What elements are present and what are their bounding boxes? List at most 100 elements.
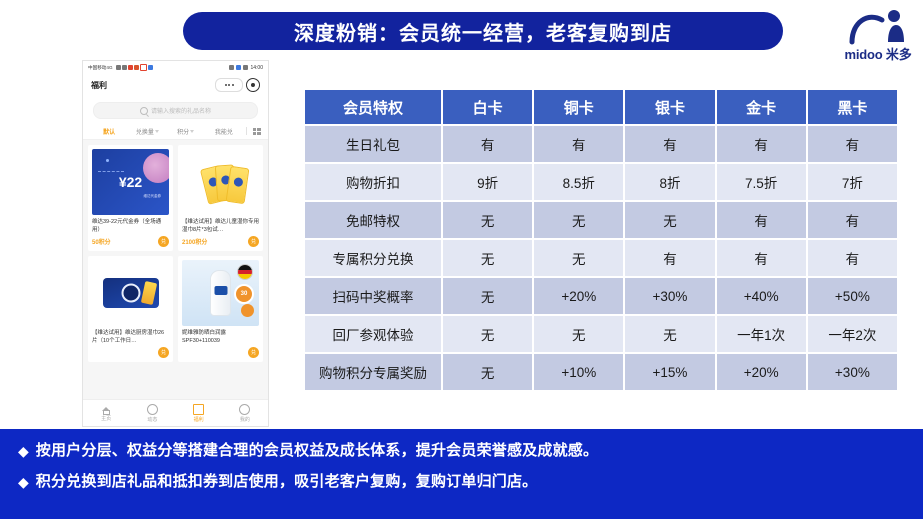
cell: +10% — [534, 354, 624, 390]
search-input[interactable]: 请输入搜索的礼品名称 — [93, 102, 258, 119]
app-badge-icon-1 — [127, 65, 133, 70]
filter-label: 兑换量 — [135, 129, 154, 136]
gift-name: 【维达试用】维达厨房湿巾26片（10个工作日… — [92, 330, 165, 344]
brand-name: midoo 米多 — [844, 47, 912, 62]
filter-tab-default[interactable]: 默认 — [90, 127, 128, 136]
diamond-bullet-icon: ◆ — [18, 474, 29, 490]
phone-header-title: 福利 — [91, 80, 107, 90]
nav-tab-benefits[interactable]: 福利 — [176, 403, 222, 423]
gift-card-grid: ¥22 维达代金券 维达39-22元代金券（全场通用） 50积分 兑 【维达试用… — [83, 140, 268, 367]
search-placeholder: 请输入搜索的礼品名称 — [150, 109, 211, 115]
cell: 7.5折 — [716, 164, 806, 200]
close-capsule-button[interactable] — [246, 78, 260, 92]
filter-label: 我能兑 — [214, 129, 233, 136]
gift-card[interactable]: ¥22 维达代金券 维达39-22元代金券（全场通用） 50积分 兑 — [88, 145, 173, 251]
gift-card[interactable]: 【维达试用】维达厨房湿巾26片（10个工作日… 兑 — [88, 256, 173, 362]
filter-tab-redeemable[interactable]: 我能兑 — [205, 127, 243, 136]
cell: 9折 — [443, 164, 533, 200]
column-header-black-card: 黑卡 — [807, 90, 897, 124]
brand-logo: midoo 米多 — [838, 6, 918, 66]
german-flag-icon — [237, 264, 253, 280]
row-label: 回厂参观体验 — [305, 316, 441, 352]
midoo-mark-icon — [849, 10, 904, 45]
filter-label: 默认 — [103, 129, 116, 136]
row-label: 购物积分专属奖励 — [305, 354, 441, 390]
filter-tabbar: 默认 兑换量 积分 我能兑 — [83, 123, 268, 140]
bullet-text: 按用户分层、权益分等搭建合理的会员权益及成长体系，提升会员荣誉感及成就感。 — [35, 442, 599, 459]
cell: 有 — [716, 240, 806, 276]
user-icon — [239, 403, 251, 415]
table-row: 免邮特权 无 无 无 有 有 — [305, 202, 897, 238]
nav-tab-label: 福利 — [193, 416, 204, 423]
app-badge-icon-3 — [139, 64, 147, 71]
cell: 无 — [443, 202, 533, 238]
nav-tab-profile[interactable]: 我的 — [222, 403, 268, 423]
cell: 无 — [534, 240, 624, 276]
cell: 一年1次 — [716, 316, 806, 352]
redeem-button[interactable]: 兑 — [248, 347, 259, 358]
gift-icon — [193, 403, 205, 415]
dashed-line-decoration — [98, 171, 124, 172]
cell: 有 — [625, 240, 715, 276]
slide-title-banner: 深度粉销：会员统一经营，老客复购到店 — [183, 12, 783, 50]
dot-icon — [228, 84, 230, 86]
gift-thumbnail-kitchen-wipes — [92, 260, 169, 326]
filter-label: 积分 — [177, 129, 190, 136]
cell: 有 — [534, 126, 624, 162]
membership-privilege-table: 会员特权 白卡 铜卡 银卡 金卡 黑卡 生日礼包 有 有 有 有 有 购物折扣 … — [303, 88, 899, 392]
redeem-button[interactable]: 兑 — [248, 236, 259, 247]
diamond-bullet-icon: ◆ — [18, 443, 29, 459]
dot-icon — [231, 84, 234, 86]
table-row: 生日礼包 有 有 有 有 有 — [305, 126, 897, 162]
gift-card[interactable]: 【维达试用】维达儿童湿你专用湿巾8片*3包试… 2100积分 兑 — [178, 145, 263, 251]
cell: 8折 — [625, 164, 715, 200]
cell: 无 — [443, 278, 533, 314]
redeem-button[interactable]: 兑 — [158, 347, 169, 358]
wifi-icon — [121, 65, 127, 70]
gift-name: 维达39-22元代金券（全场通用） — [92, 219, 162, 233]
table-row: 专属积分兑换 无 无 有 有 有 — [305, 240, 897, 276]
app-badge-icon-4 — [147, 65, 153, 70]
nav-tab-home[interactable]: 主页 — [83, 405, 129, 422]
cell: 无 — [443, 316, 533, 352]
table-row: 扫码中奖概率 无 +20% +30% +40% +50% — [305, 278, 897, 314]
row-label: 免邮特权 — [305, 202, 441, 238]
gift-card[interactable]: 30 妮维雅防晒白润露SPF30+110039 兑 — [178, 256, 263, 362]
voucher-amount: ¥22 — [118, 174, 143, 190]
bluetooth-icon — [236, 65, 242, 70]
cell: 无 — [534, 316, 624, 352]
battery-icon — [243, 65, 249, 70]
search-icon — [139, 106, 148, 115]
promo-badge-icon — [241, 304, 254, 317]
cell: +20% — [534, 278, 624, 314]
grid-view-icon[interactable] — [253, 127, 261, 135]
redeem-button[interactable]: 兑 — [158, 236, 169, 247]
clock-label: 14:00 — [250, 64, 263, 71]
filter-tab-points[interactable]: 积分 — [167, 127, 205, 136]
gift-thumbnail-sunscreen: 30 — [182, 260, 259, 326]
chevron-down-icon — [190, 129, 195, 133]
more-menu-button[interactable] — [215, 78, 243, 92]
product-pack-icon — [102, 278, 159, 308]
bullet-text: 积分兑换到店礼品和抵扣券到店使用，吸引老客户复购，复购订单归门店。 — [35, 473, 538, 490]
phone-mockup: 中国移动4G 14:00 福利 请输入搜索的礼品名称 默认 兑换量 积分 我能兑… — [82, 60, 269, 427]
cell: 有 — [443, 126, 533, 162]
alarm-icon — [229, 65, 235, 70]
gift-points: 50积分 — [92, 240, 111, 246]
dot-decoration-icon — [106, 159, 109, 162]
cell: 7折 — [807, 164, 897, 200]
cell: 无 — [534, 202, 624, 238]
chevron-down-icon — [154, 129, 159, 133]
table-header-row: 会员特权 白卡 铜卡 银卡 金卡 黑卡 — [305, 90, 897, 124]
cell: +20% — [716, 354, 806, 390]
product-pack-icon — [225, 165, 250, 205]
cell: 无 — [625, 316, 715, 352]
row-label: 生日礼包 — [305, 126, 441, 162]
nav-tab-label: 我的 — [239, 416, 250, 423]
home-icon — [101, 405, 111, 415]
bullet-item: ◆ 按用户分层、权益分等搭建合理的会员权益及成长体系，提升会员荣誉感及成就感。 — [18, 441, 905, 461]
spf-badge: 30 — [234, 284, 254, 304]
nav-tab-feed[interactable]: 动态 — [129, 403, 175, 423]
filter-tab-exchange-count[interactable]: 兑换量 — [128, 127, 166, 136]
gift-thumbnail-wipes — [182, 149, 259, 215]
